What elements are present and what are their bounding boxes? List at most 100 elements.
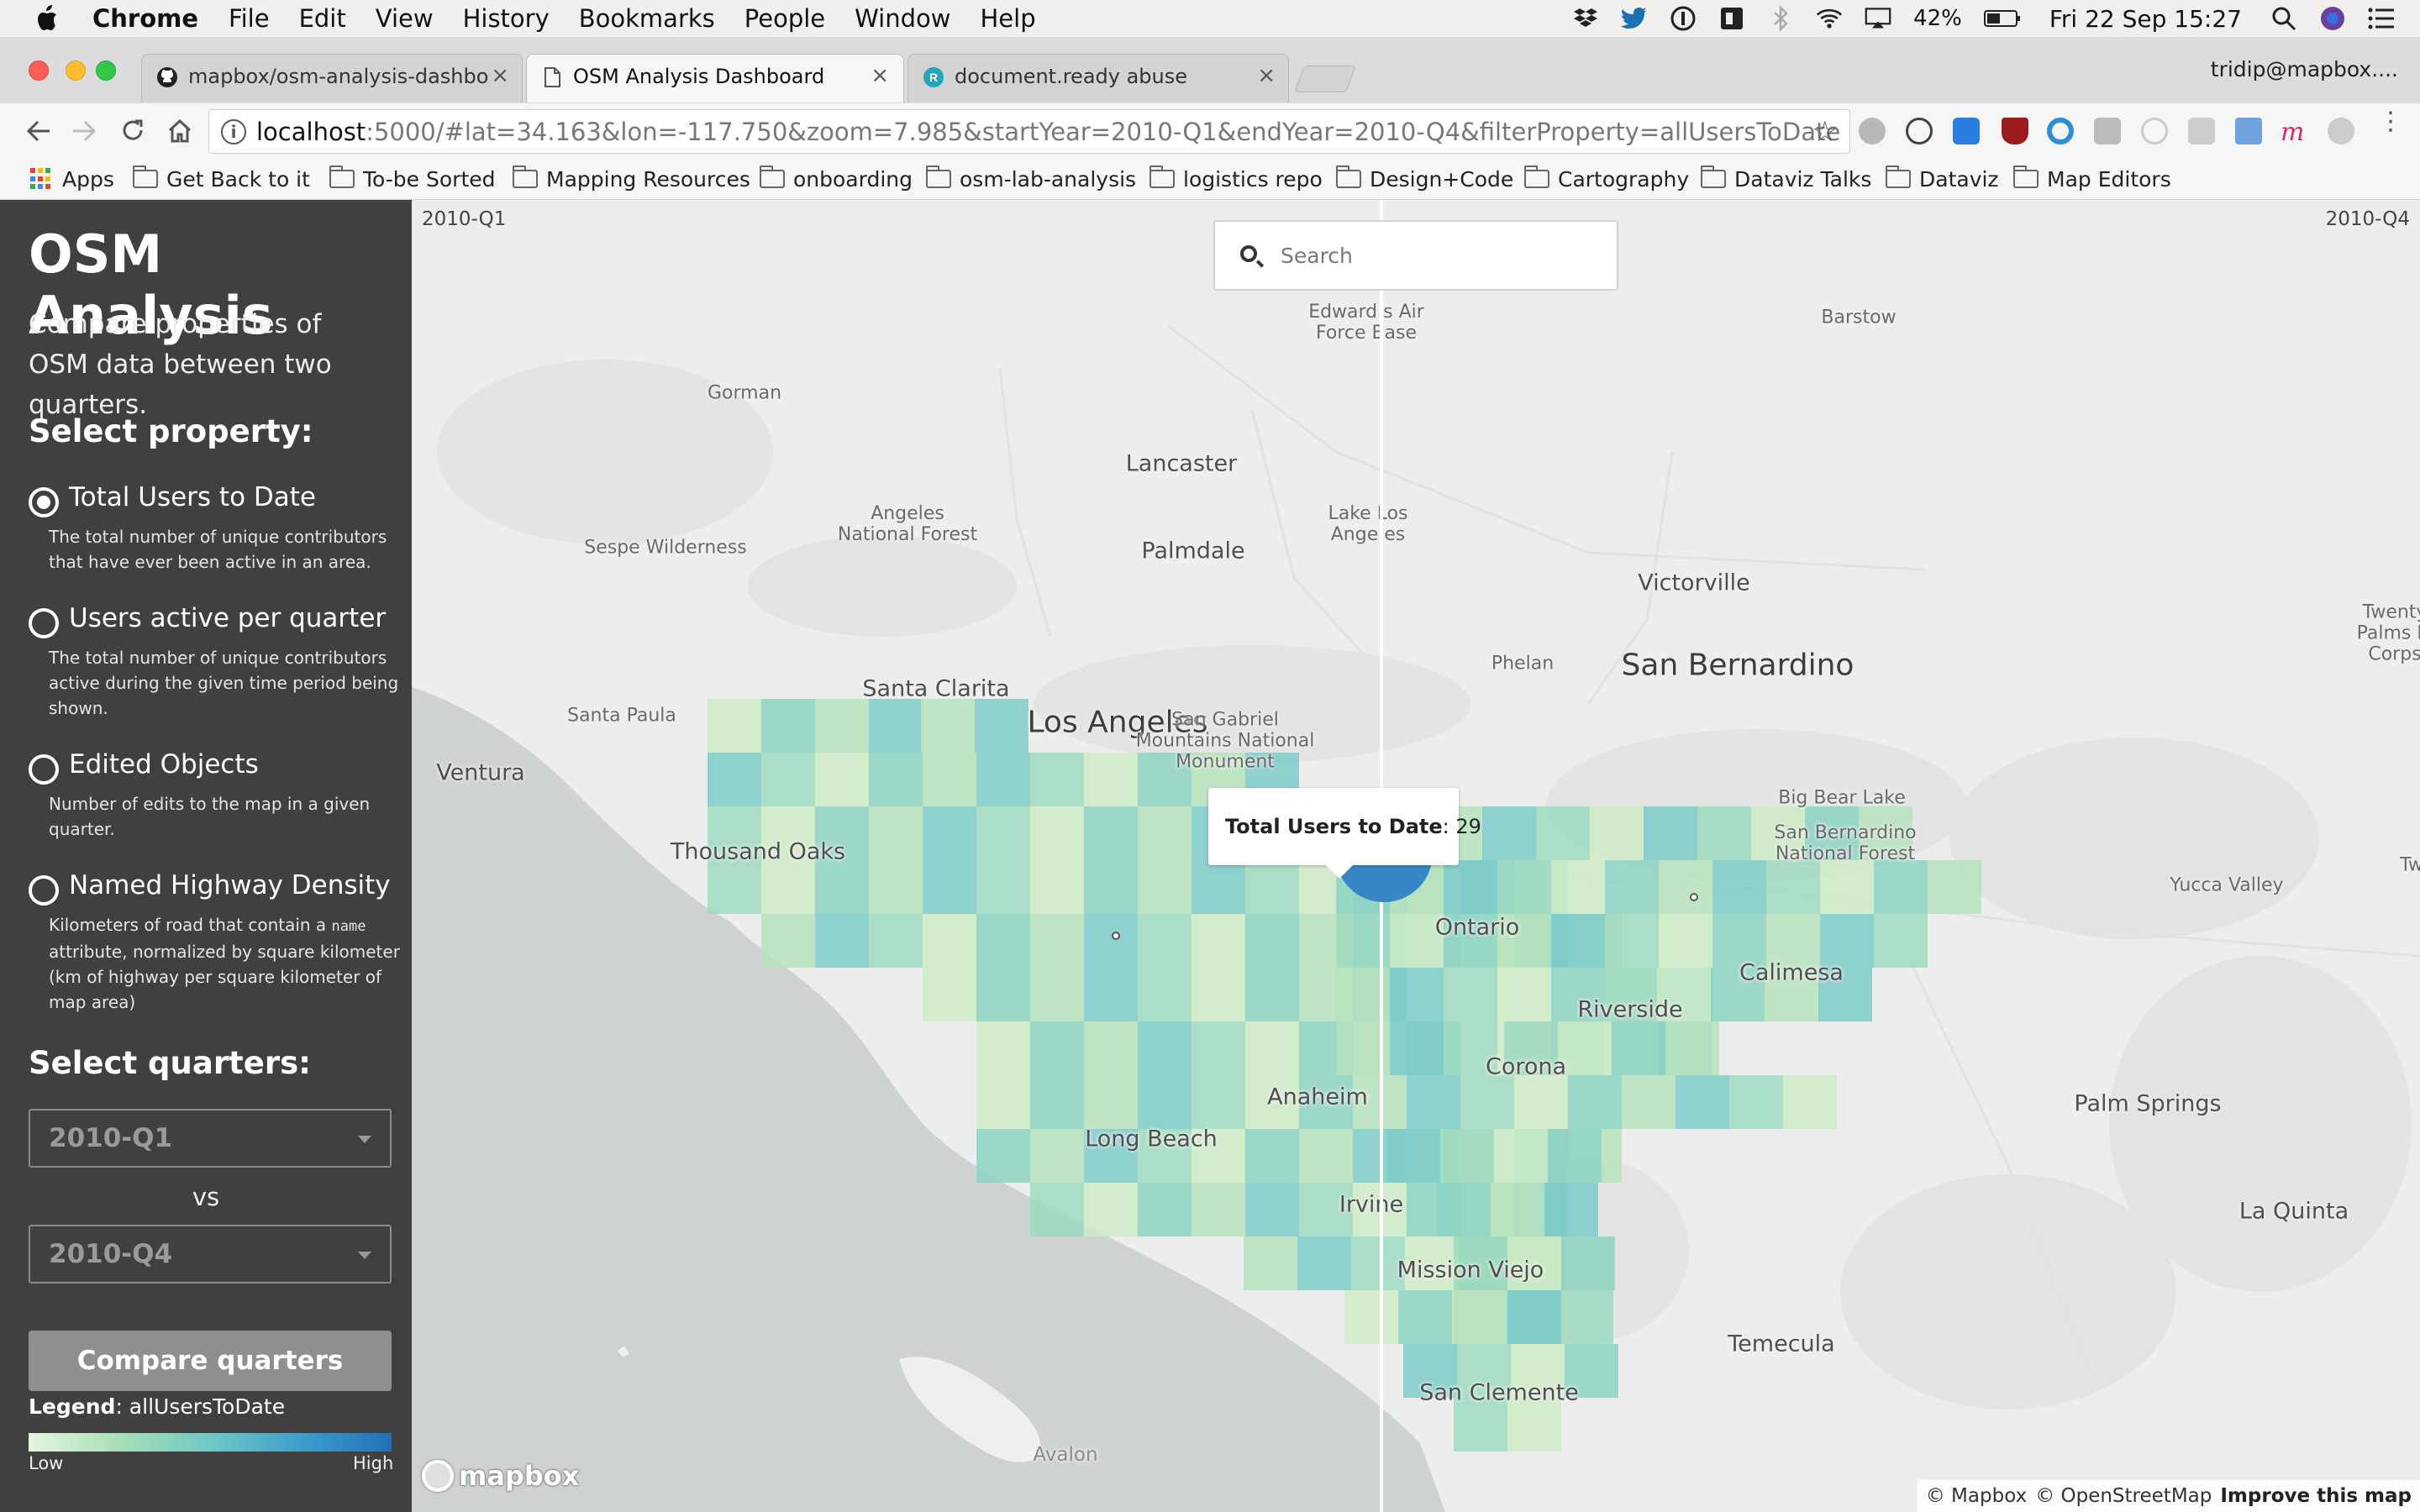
close-tab-icon[interactable]: × [491,63,509,88]
grid-cell[interactable] [1030,968,1084,1021]
home-button[interactable] [165,116,195,146]
app-menu-chrome[interactable]: Chrome [92,4,198,33]
grid-cell[interactable] [1697,806,1751,860]
bookmark-star-icon[interactable]: ☆ [1812,115,1838,149]
grid-cell[interactable] [815,753,869,806]
extension-m-icon[interactable]: m [2281,118,2307,147]
grid-cell[interactable] [1551,914,1605,968]
apple-menu-icon[interactable] [34,4,59,33]
grid-cell[interactable] [815,699,869,753]
grid-cell[interactable] [1612,1021,1665,1075]
bookmark-folder[interactable]: onboarding [760,165,913,193]
menu-file[interactable]: File [229,4,270,33]
grid-cell[interactable] [1874,914,1928,968]
grid-cell[interactable] [1928,860,1981,914]
extension-grey-1-icon[interactable] [1859,118,1886,144]
grid-cell[interactable] [976,1075,1030,1129]
back-button[interactable] [24,116,54,146]
grid-cell[interactable] [923,860,976,914]
grid-cell[interactable] [1460,1075,1514,1129]
grid-cell[interactable] [1507,1398,1561,1452]
extension-ublock-icon[interactable] [2002,118,2028,144]
grid-cell[interactable] [708,699,761,753]
grid-cell[interactable] [1245,914,1299,968]
grid-cell[interactable] [1444,968,1497,1021]
grid-cell[interactable] [761,699,815,753]
notification-center-icon[interactable] [2368,5,2395,32]
grid-cell[interactable] [1192,1183,1245,1236]
mapbox-logo[interactable]: mapbox [422,1460,579,1492]
grid-cell[interactable] [1297,1236,1351,1290]
menu-edit[interactable]: Edit [299,4,346,33]
grid-cell[interactable] [1138,914,1192,968]
grid-cell[interactable] [1344,1290,1398,1344]
grid-cell[interactable] [1245,1183,1299,1236]
start-quarter-select[interactable]: 2010-Q1 [29,1109,392,1168]
grid-cell[interactable] [1030,1021,1084,1075]
grid-cell[interactable] [708,860,761,914]
grid-cell[interactable] [976,1129,1030,1183]
bookmark-folder[interactable]: Design+Code [1336,165,1513,193]
grid-cell[interactable] [1514,1075,1568,1129]
grid-cell[interactable] [923,753,976,806]
grid-cell[interactable] [1084,860,1138,914]
tab-osm-analysis-dashboard[interactable]: OSM Analysis Dashboard × [529,55,901,97]
grid-cell[interactable] [1138,806,1192,860]
option-users-active-per-quarter[interactable]: Users active per quarter The total numbe… [29,603,398,729]
grid-cell[interactable] [1729,1075,1783,1129]
grid-cell[interactable] [976,806,1030,860]
spotlight-search-icon[interactable] [2270,5,2297,32]
grid-cell[interactable] [976,1021,1030,1075]
grid-cell[interactable] [1590,806,1644,860]
grid-cell[interactable] [975,699,1028,753]
grid-cell[interactable] [1030,1183,1084,1236]
grid-cell[interactable] [1437,1183,1491,1236]
radio-button-checked[interactable] [29,487,59,517]
grid-cell[interactable] [1030,860,1084,914]
attribution-mapbox-link[interactable]: © Mapbox [1926,1485,2027,1507]
map-search-input[interactable]: Search [1213,220,1618,291]
extension-grey-2-icon[interactable] [2141,118,2168,144]
menu-window[interactable]: Window [855,4,950,33]
grid-cell[interactable] [1030,1129,1084,1183]
bookmark-apps[interactable]: Apps [30,165,114,193]
grid-cell[interactable] [1084,753,1138,806]
grid-cell[interactable] [708,753,761,806]
forward-button[interactable] [69,116,99,146]
grid-cell[interactable] [1390,968,1444,1021]
grid-cell[interactable] [1783,1075,1837,1129]
attribution-osm-link[interactable]: © OpenStreetMap [2035,1485,2212,1507]
dropbox-icon[interactable] [1572,5,1599,32]
grid-cell[interactable] [923,968,976,1021]
grid-cell[interactable] [869,699,923,753]
grid-cell[interactable] [1084,968,1138,1021]
wifi-icon[interactable] [1816,5,1843,32]
reload-button[interactable] [118,116,148,146]
battery-icon[interactable] [1983,5,2021,32]
airplay-icon[interactable] [1865,5,1891,32]
grid-cell[interactable] [1386,1129,1440,1183]
menu-people[interactable]: People [744,4,825,33]
grid-cell[interactable] [1440,1129,1494,1183]
radio-button[interactable] [29,875,59,906]
grid-cell[interactable] [1536,806,1590,860]
extension-camera-icon[interactable] [2094,118,2121,144]
bookmark-folder[interactable]: Get Back to it [133,165,310,193]
option-edited-objects[interactable]: Edited Objects Number of edits to the ma… [29,749,390,850]
grid-cell[interactable] [1497,860,1551,914]
grid-cell[interactable] [1712,860,1766,914]
grid-cell[interactable] [761,753,815,806]
grid-cell[interactable] [1497,968,1551,1021]
chrome-menu-icon[interactable]: ⋮ [2378,109,2403,144]
grid-cell[interactable] [1192,860,1245,914]
close-tab-icon[interactable]: × [1257,63,1276,88]
grid-cell[interactable] [1874,860,1928,914]
bookmark-folder[interactable]: logistics repo [1150,165,1323,193]
grid-cell[interactable] [976,968,1030,1021]
menubar-clock[interactable]: Fri 22 Sep 15:27 [2049,5,2242,33]
grid-cell[interactable] [1560,1290,1613,1344]
onepassword-icon[interactable] [1670,5,1697,32]
grid-cell[interactable] [1138,1075,1192,1129]
grid-cell[interactable] [1544,1183,1598,1236]
grid-cell[interactable] [1084,1075,1138,1129]
